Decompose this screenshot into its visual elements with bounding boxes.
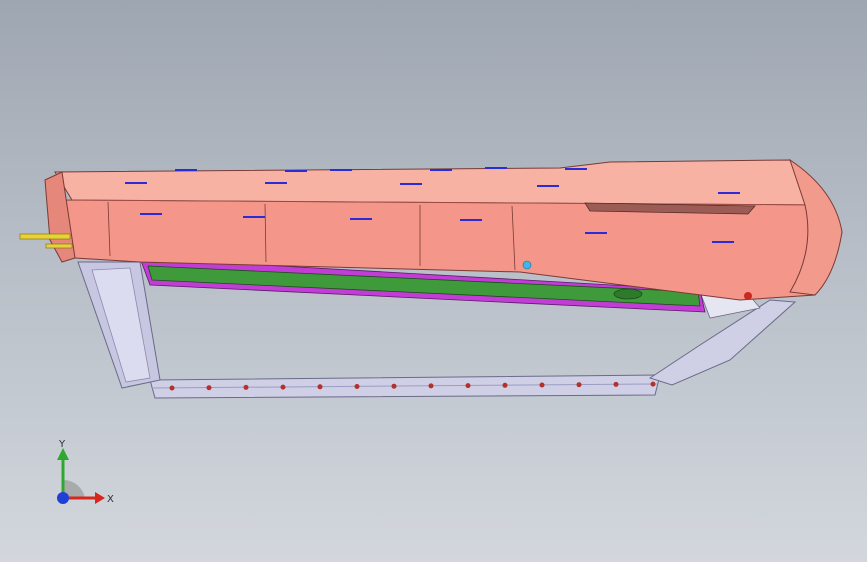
rail-hole xyxy=(206,385,212,391)
cad-viewport[interactable]: Y X xyxy=(0,0,867,562)
rail-hole xyxy=(502,382,508,388)
x-axis-head xyxy=(95,492,105,504)
rail-hole xyxy=(576,382,582,388)
rail-hole xyxy=(243,384,249,390)
rail-hole xyxy=(465,383,471,389)
cad-model-view[interactable] xyxy=(0,0,867,562)
lower-frame-rail[interactable] xyxy=(149,374,661,399)
rail-hole xyxy=(317,384,323,390)
y-axis-label: Y xyxy=(58,440,66,450)
end-red-detail xyxy=(744,292,752,300)
indicator-dot[interactable] xyxy=(522,260,532,270)
board-component xyxy=(613,288,643,300)
rail-hole xyxy=(428,383,434,389)
rail-hole xyxy=(169,385,175,391)
rail-hole xyxy=(391,383,397,389)
rail-hole xyxy=(613,381,619,387)
rail-hole xyxy=(650,381,656,387)
rail-hole xyxy=(354,384,360,389)
rail-hole xyxy=(280,384,286,390)
housing-top-surface xyxy=(54,159,832,206)
rail-hole xyxy=(539,382,545,388)
x-axis-label: X xyxy=(107,494,114,505)
z-axis-dot xyxy=(57,492,69,504)
orientation-triad[interactable]: Y X xyxy=(45,440,125,510)
